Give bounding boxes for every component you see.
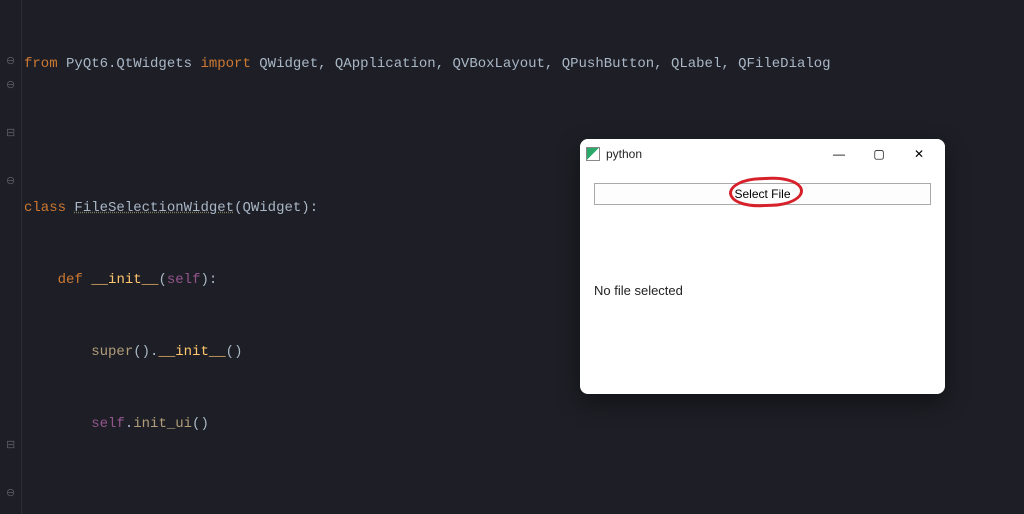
init-call: __init__	[158, 344, 225, 360]
close-button[interactable]: ✕	[899, 139, 939, 169]
editor-gutter: ⊖ ⊖ ⊟ ⊖ ⊟ ⊖	[0, 0, 22, 514]
keyword-import: import	[200, 56, 250, 72]
app-icon	[586, 147, 600, 161]
keyword-from: from	[24, 56, 58, 72]
titlebar[interactable]: python — ▢ ✕	[580, 139, 945, 169]
window-title: python	[606, 147, 642, 161]
fold-marker[interactable]: ⊟	[6, 129, 15, 140]
fold-marker[interactable]: ⊖	[6, 57, 15, 68]
selected-file-label: No file selected	[594, 283, 931, 298]
minimize-button[interactable]: —	[819, 139, 859, 169]
maximize-button[interactable]: ▢	[859, 139, 899, 169]
method-call: init_ui	[133, 416, 192, 432]
param-self: self	[167, 272, 201, 288]
button-label: Select File	[734, 187, 790, 201]
client-area: Select File No file selected	[580, 169, 945, 312]
select-file-button[interactable]: Select File	[594, 183, 931, 205]
self-ref: self	[91, 416, 125, 432]
module-name: PyQt6.QtWidgets	[66, 56, 192, 72]
import-list: QWidget, QApplication, QVBoxLayout, QPus…	[259, 56, 830, 72]
fold-marker[interactable]: ⊖	[6, 177, 15, 188]
super-call: super	[91, 344, 133, 360]
class-name: FileSelectionWidget	[74, 200, 234, 216]
fold-marker[interactable]: ⊟	[6, 441, 15, 452]
base-class: QWidget	[242, 200, 301, 216]
fold-marker[interactable]: ⊖	[6, 489, 15, 500]
python-app-window: python — ▢ ✕ Select File No file selecte…	[580, 139, 945, 394]
keyword-class: class	[24, 200, 66, 216]
keyword-def: def	[58, 272, 83, 288]
method-name: __init__	[91, 272, 158, 288]
fold-marker[interactable]: ⊖	[6, 81, 15, 92]
